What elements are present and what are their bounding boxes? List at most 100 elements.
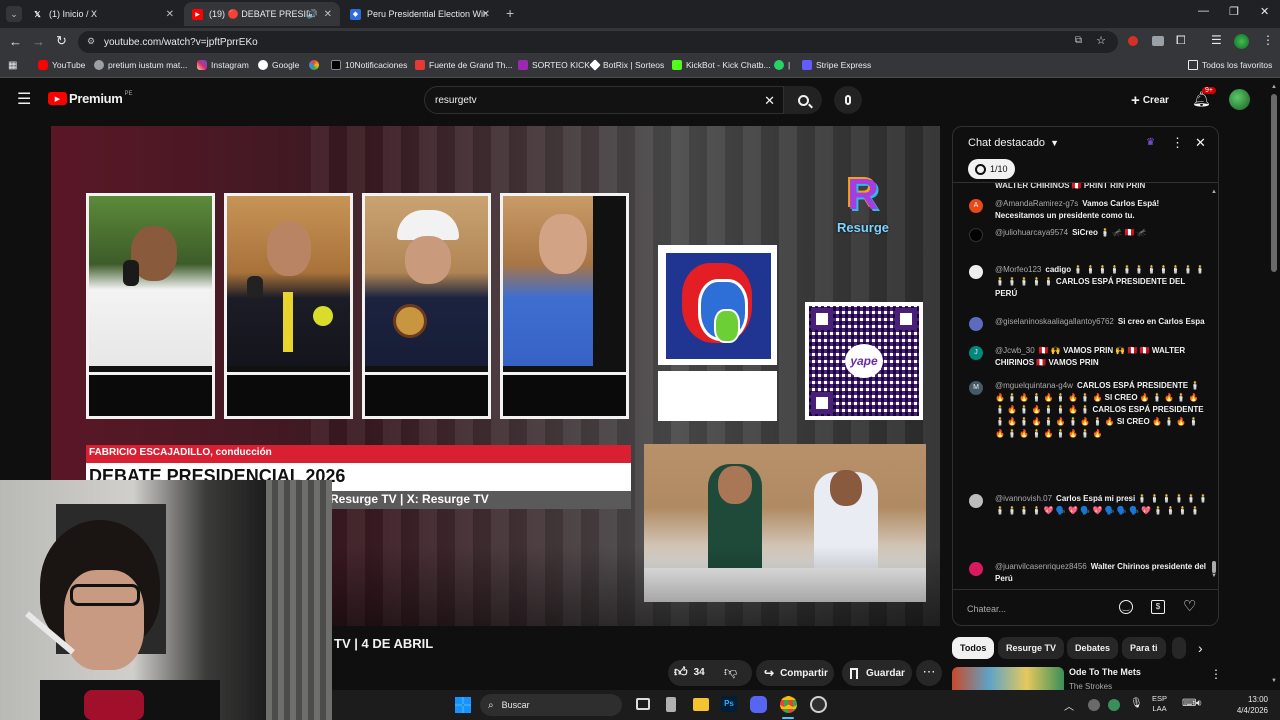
search-button[interactable] xyxy=(784,86,822,114)
close-tab-icon[interactable]: ✕ xyxy=(166,9,174,20)
message-author[interactable]: @AmandaRamirez-g7s xyxy=(995,199,1078,208)
avatar[interactable]: A xyxy=(969,199,983,213)
profile-avatar[interactable] xyxy=(1234,34,1249,49)
chrome-icon[interactable] xyxy=(780,696,797,713)
bookmark-unnamed[interactable] xyxy=(309,60,323,70)
tray-overflow-icon[interactable]: ︿ xyxy=(1064,698,1074,713)
tab-x-home[interactable]: 𝕏 (1) Inicio / X ✕ xyxy=(24,2,182,26)
tray-app-icon[interactable] xyxy=(1088,699,1100,711)
chat-input[interactable]: Chatear... xyxy=(967,599,1117,619)
bookmark-botrix[interactable]: BotRix | Sorteos xyxy=(589,59,664,71)
windows-start-icon[interactable] xyxy=(455,697,471,713)
message-author[interactable]: @mguelquintana-g4w xyxy=(995,381,1073,390)
notifications-button[interactable]: 🔔︎ 9+ xyxy=(1192,87,1216,110)
scroll-up-icon[interactable]: ▲ xyxy=(1271,84,1277,90)
taskbar-search[interactable]: ⌕ Buscar xyxy=(480,694,622,716)
avatar[interactable] xyxy=(969,317,983,331)
bookmark-grand-theft[interactable]: Fuente de Grand Th... xyxy=(415,60,512,70)
search-input[interactable]: resurgetv ✕ xyxy=(424,86,784,114)
more-actions-button[interactable]: ⋯ xyxy=(916,660,942,686)
tab-youtube-debate[interactable]: ▶ (19) 🔴 DEBATE PRESIDENC 🔊 ✕ xyxy=(184,2,340,26)
site-info-icon[interactable]: ⚙ xyxy=(87,36,95,47)
tab-search-icon[interactable]: ⌄ xyxy=(6,6,22,22)
avatar[interactable] xyxy=(969,265,983,279)
clock[interactable]: 13:00 4/4/2026 xyxy=(1216,694,1268,716)
create-button[interactable]: + Crear xyxy=(1122,86,1178,114)
photoshop-icon[interactable]: Ps xyxy=(721,696,737,712)
message-author[interactable]: @juliohuarcaya9574 xyxy=(995,228,1068,237)
phone-app-icon[interactable] xyxy=(666,697,676,712)
bookmark-pretium[interactable]: pretium iustum mat... xyxy=(94,60,187,70)
message-author[interactable]: @Jcwb_30 xyxy=(995,346,1035,355)
reading-list-icon[interactable]: ☰ xyxy=(1211,33,1222,47)
obs-icon[interactable] xyxy=(810,696,827,713)
share-button[interactable]: ↪ Compartir xyxy=(756,660,834,686)
bookmark-star-icon[interactable]: ☆ xyxy=(1096,34,1106,47)
cast-icon[interactable]: ⧉ xyxy=(1075,35,1082,46)
extensions-puzzle-icon[interactable]: ⧠ xyxy=(1176,33,1186,48)
bookmark-stripe[interactable]: Stripe Express xyxy=(802,60,871,70)
reload-icon[interactable]: ↻ xyxy=(56,33,67,49)
minimize-icon[interactable]: — xyxy=(1198,5,1209,17)
scroll-up-icon[interactable]: ▲ xyxy=(1211,189,1217,195)
message-author[interactable]: @giselaninoskaaliagallantoy6762 xyxy=(995,317,1114,326)
apps-grid-icon[interactable]: ▦ xyxy=(8,60,17,71)
tray-app-icon[interactable] xyxy=(1108,699,1120,711)
voice-search-button[interactable] xyxy=(834,86,862,114)
chip-todos[interactable]: Todos xyxy=(952,637,995,659)
bookmark-google[interactable]: Google xyxy=(258,60,299,70)
close-tab-icon[interactable]: ✕ xyxy=(482,9,490,20)
bookmark-instagram[interactable]: Instagram xyxy=(197,60,249,70)
chat-scrollbar[interactable]: ▲ ▼ xyxy=(1211,189,1217,579)
account-avatar[interactable] xyxy=(1229,89,1250,110)
network-icon[interactable]: ⌨ xyxy=(1182,698,1196,709)
clear-search-icon[interactable]: ✕ xyxy=(764,93,775,109)
forward-icon[interactable]: → xyxy=(32,34,45,49)
bookmark-sorteo-kick[interactable]: SORTEO KICK xyxy=(518,60,590,70)
chat-menu-icon[interactable]: ⋮ xyxy=(1171,135,1184,151)
related-video-title[interactable]: Ode To The Mets xyxy=(1069,667,1141,677)
chip-resurge-tv[interactable]: Resurge TV xyxy=(998,637,1065,659)
page-scrollbar[interactable]: ▲ ▼ xyxy=(1270,84,1278,688)
related-more-icon[interactable]: ⋮ xyxy=(1210,667,1222,681)
discord-icon[interactable] xyxy=(750,696,767,713)
restore-icon[interactable]: ❐ xyxy=(1229,5,1239,18)
message-author[interactable]: @ivannovish.07 xyxy=(995,494,1052,503)
scroll-thumb[interactable] xyxy=(1271,94,1277,272)
tray-microphone-icon[interactable]: 🎙︎ xyxy=(1130,698,1143,709)
new-tab-icon[interactable]: + xyxy=(506,5,514,21)
like-button[interactable]: 👍︎ 34 xyxy=(674,664,705,680)
scroll-down-icon[interactable]: ▼ xyxy=(1271,678,1277,684)
chip-overflow[interactable] xyxy=(1172,637,1186,659)
poll-counter-badge[interactable]: 1/10 xyxy=(968,159,1015,179)
avatar[interactable]: M xyxy=(969,381,983,395)
bookmark-kickbot[interactable]: KickBot - Kick Chatb... xyxy=(672,60,771,70)
scroll-down-icon[interactable]: ▼ xyxy=(1211,573,1217,579)
bookmark-x-notificaciones[interactable]: 10Notificaciones xyxy=(331,60,407,70)
extension-card-icon[interactable] xyxy=(1152,36,1164,46)
super-chat-icon[interactable]: $ xyxy=(1151,600,1165,614)
address-bar[interactable]: ⚙ youtube.com/watch?v=jpftPprrEKo ⧉ ☆ xyxy=(78,31,1118,53)
chip-debates[interactable]: Debates xyxy=(1067,637,1119,659)
task-view-icon[interactable] xyxy=(636,698,650,710)
heart-icon[interactable]: ♡ xyxy=(1183,597,1196,615)
tab-polymarket[interactable]: ◆ Peru Presidential Election Winn ✕ xyxy=(342,2,498,26)
language-indicator[interactable]: ESP LAA xyxy=(1152,694,1167,714)
chip-para-ti[interactable]: Para ti xyxy=(1122,637,1166,659)
file-explorer-icon[interactable] xyxy=(693,698,709,711)
bookmark-all-favorites[interactable]: Todos los favoritos xyxy=(1188,60,1272,70)
close-window-icon[interactable]: ✕ xyxy=(1260,5,1269,18)
scroll-thumb[interactable] xyxy=(1212,561,1216,573)
bookmark-youtube[interactable]: YouTube xyxy=(38,60,85,70)
volume-icon[interactable]: 🔉︎ xyxy=(1196,698,1202,709)
avatar[interactable] xyxy=(969,228,983,242)
emoji-icon[interactable]: ‿ xyxy=(1119,600,1133,614)
back-icon[interactable]: ← xyxy=(9,34,22,49)
avatar[interactable] xyxy=(969,562,983,576)
save-button[interactable]: Guardar xyxy=(842,660,912,686)
message-author[interactable]: @juanvilcasenriquez8456 xyxy=(995,562,1087,571)
browser-menu-icon[interactable]: ⋮ xyxy=(1262,33,1274,47)
extension-red-icon[interactable] xyxy=(1128,36,1138,46)
close-tab-icon[interactable]: ✕ xyxy=(324,9,332,20)
related-video-thumbnail[interactable] xyxy=(952,667,1064,691)
